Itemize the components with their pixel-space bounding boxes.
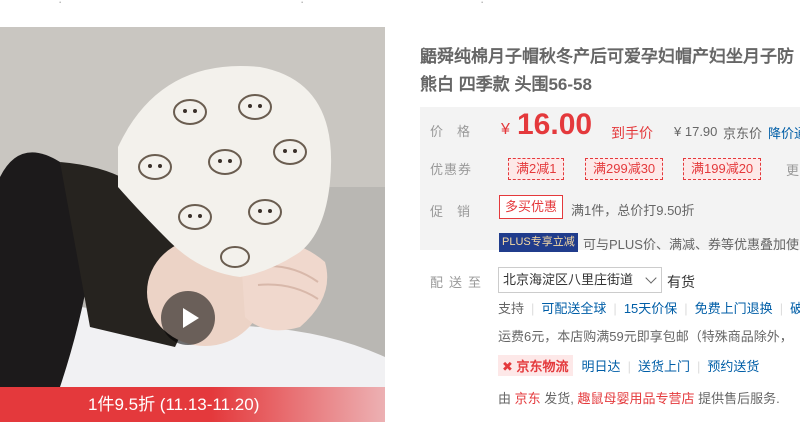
more-coupons-link[interactable]: 更	[786, 160, 799, 179]
product-gallery[interactable]: 1件9.5折 (11.13-11.20)	[0, 27, 385, 422]
address-selector[interactable]: 北京海淀区八里庄街道	[498, 267, 662, 293]
product-photo	[0, 27, 385, 422]
service-price-protect[interactable]: 15天价保	[624, 298, 677, 317]
price-value: 16.00	[517, 108, 593, 141]
freight-info: 运费6元，本店购满59元即享包邮（特殊商品除外，	[498, 329, 793, 344]
ref-currency: ¥	[674, 124, 682, 139]
price-summary: 价格 ¥ 16.00 到手价 ¥ 17.90 京东价 降价通 优惠券 满2减1 …	[420, 107, 800, 252]
coupon-item[interactable]: 满2减1	[508, 158, 565, 180]
address-text: 北京海淀区八里庄街道	[503, 272, 634, 287]
seller-ship: 发货,	[544, 391, 574, 406]
logistics-scheduled[interactable]: 预约送货	[707, 359, 759, 374]
support-label: 支持	[498, 301, 525, 316]
service-row: 支持 | 可配送全球 | 15天价保 | 免费上门退换 | 破	[498, 298, 800, 317]
divider: |	[684, 301, 688, 316]
price-label: 价格	[430, 124, 485, 139]
seller-suffix: 提供售后服务.	[698, 391, 780, 406]
reference-price: ¥ 17.90	[674, 124, 717, 139]
divider: |	[779, 301, 784, 316]
logistics-row: ✖ 京东物流 明日达 | 送货上门 | 预约送货	[498, 355, 759, 376]
seller-jd-link[interactable]: 京东	[515, 391, 541, 406]
service-more[interactable]: 破	[790, 298, 800, 317]
service-global-delivery[interactable]: 可配送全球	[541, 298, 606, 317]
promotion-label: 促销	[430, 204, 485, 219]
jd-logistics-name: 京东物流	[516, 359, 569, 374]
divider: |	[531, 301, 535, 316]
divider: |	[627, 359, 631, 374]
chevron-down-icon	[645, 272, 657, 284]
seller-info: 由 京东 发货, 趣鼠母婴用品专营店 提供售后服务.	[498, 388, 780, 407]
jd-price-label: 京东价	[723, 126, 763, 141]
jd-logistics-icon: ✖	[502, 359, 513, 374]
product-title-line2: 熊白 四季款 头围56-58	[420, 75, 592, 94]
top-nav-fragment: ·	[300, 0, 305, 9]
stock-status: 有货	[667, 274, 695, 290]
product-info: 鼯舜纯棉月子帽秋冬产后可爱孕妇帽产妇坐月子防 熊白 四季款 头围56-58 价格…	[420, 0, 800, 435]
service-free-return[interactable]: 免费上门退换	[695, 298, 773, 317]
logistics-next-day[interactable]: 明日达	[582, 359, 621, 374]
promo-banner: 1件9.5折 (11.13-11.20)	[0, 387, 385, 422]
price-tag: 到手价	[611, 125, 653, 141]
play-video-button[interactable]	[161, 291, 215, 345]
divider: |	[613, 301, 617, 316]
jd-logistics-badge: ✖ 京东物流	[498, 355, 573, 376]
divider: |	[696, 359, 701, 374]
plus-badge: PLUS专享立减	[499, 233, 578, 252]
ref-value: 17.90	[684, 124, 718, 139]
promotion-text: 满1件，总价打9.50折	[571, 203, 695, 218]
promotion-badge: 多买优惠	[499, 195, 564, 219]
store-link[interactable]: 趣鼠母婴用品专营店	[578, 391, 695, 406]
coupon-item[interactable]: 满299减30	[585, 158, 664, 180]
logistics-door-delivery[interactable]: 送货上门	[638, 359, 690, 374]
price-drop-notice-link[interactable]: 降价通	[768, 123, 800, 142]
coupon-label: 优惠券	[430, 162, 473, 177]
shipping-label: 配送至	[430, 275, 488, 290]
coupon-item[interactable]: 满199减20	[683, 158, 762, 180]
seller-prefix: 由	[498, 391, 512, 406]
play-icon	[182, 308, 199, 328]
price-currency: ¥	[501, 121, 510, 138]
plus-text: 可与PLUS价、满减、券等优惠叠加使	[583, 237, 799, 252]
top-nav-fragment: ·	[58, 0, 63, 9]
